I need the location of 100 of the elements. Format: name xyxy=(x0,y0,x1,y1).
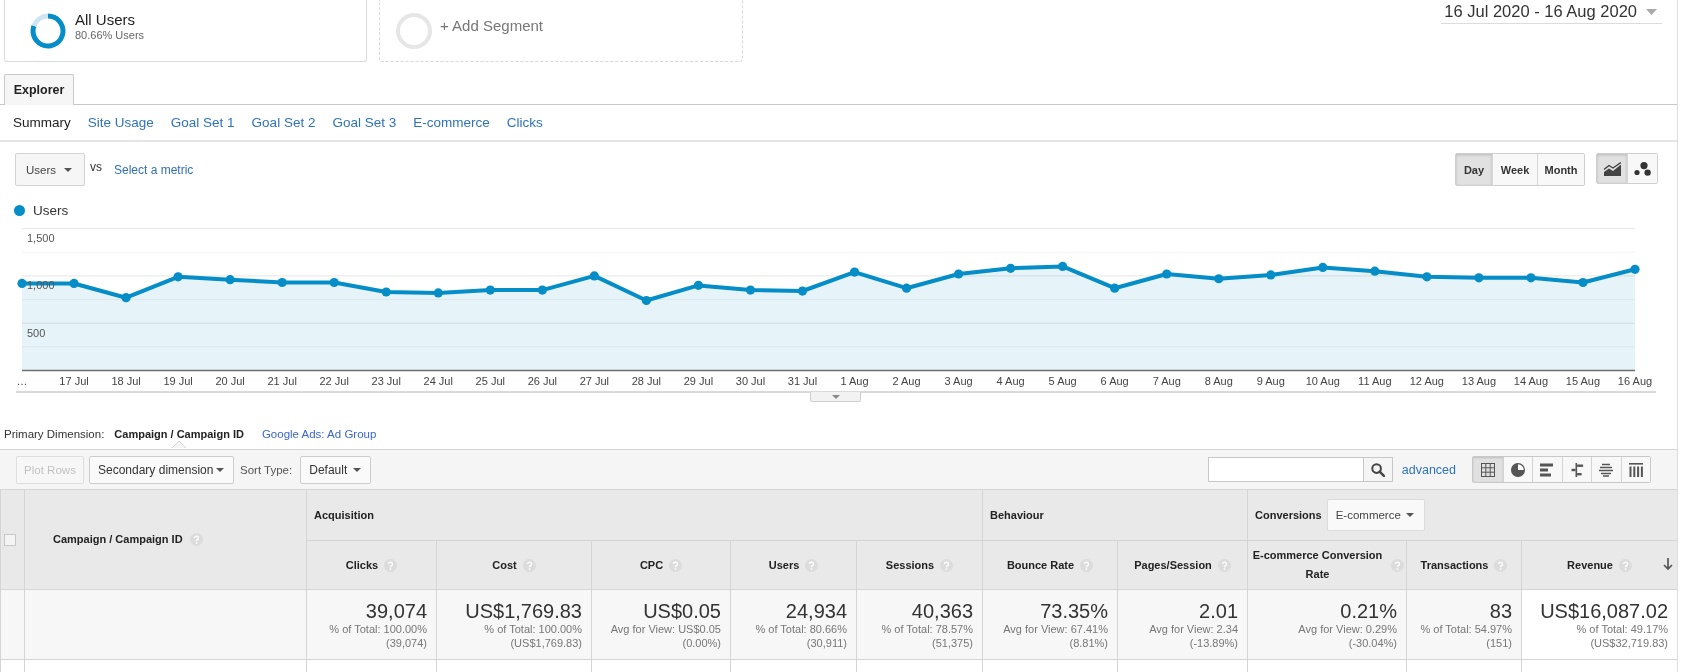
total-value: US$0.05 xyxy=(642,599,721,624)
total-value: 0.21% xyxy=(1339,599,1397,624)
column-header[interactable]: Clicks xyxy=(306,540,437,590)
data-point[interactable] xyxy=(121,293,131,303)
sort-type-dropdown[interactable]: Default xyxy=(300,455,372,484)
x-axis-label: 13 Aug xyxy=(1461,375,1497,387)
data-point[interactable] xyxy=(641,295,651,306)
data-point[interactable] xyxy=(537,285,547,295)
data-point[interactable] xyxy=(1422,272,1432,282)
total-note: (30,911) xyxy=(805,636,847,650)
data-point[interactable] xyxy=(173,272,183,282)
column-header-label[interactable]: Campaign / Campaign ID xyxy=(53,533,183,546)
column-header[interactable]: Sessions xyxy=(856,540,983,590)
data-point[interactable] xyxy=(954,269,964,279)
column-header[interactable]: Bounce Rate xyxy=(982,540,1118,590)
column-header-label: Pages/Session xyxy=(1134,557,1212,573)
segment-card[interactable]: All Users 80.66% Users xyxy=(4,0,367,62)
column-header[interactable]: CPC xyxy=(591,540,731,590)
data-point[interactable] xyxy=(901,283,912,293)
data-point[interactable] xyxy=(17,278,27,289)
data-point[interactable] xyxy=(745,285,756,295)
down-arrow-icon[interactable] xyxy=(1663,558,1674,570)
total-value: 73.35% xyxy=(1039,599,1108,624)
area-chart-icon xyxy=(1603,161,1621,176)
dimension-option[interactable]: Campaign / Campaign ID xyxy=(114,427,244,440)
conversion-type-dropdown[interactable]: E-commerce xyxy=(1326,499,1425,531)
data-point[interactable] xyxy=(1630,264,1640,274)
x-axis-label: 17 Jul xyxy=(59,375,89,387)
search-field[interactable] xyxy=(1207,457,1363,482)
x-axis-label: 23 Jul xyxy=(371,375,401,387)
data-point[interactable] xyxy=(1058,261,1068,272)
column-header[interactable]: Transactions xyxy=(1406,540,1522,590)
table-view-button[interactable] xyxy=(1620,457,1650,482)
data-point[interactable] xyxy=(485,285,495,295)
column-header[interactable]: Users xyxy=(730,540,857,590)
x-axis-label: 1 Aug xyxy=(840,375,869,387)
total-note: % of Total: 100.00% xyxy=(483,623,582,637)
report-subtab[interactable]: Goal Set 1 xyxy=(170,115,235,130)
dimension-option[interactable]: Google Ads: Ad Group xyxy=(261,427,377,440)
report-subtab[interactable]: Clicks xyxy=(506,115,543,130)
data-point[interactable] xyxy=(589,271,599,281)
date-range-picker[interactable]: 16 Jul 2020 - 16 Aug 2020 xyxy=(1441,0,1662,24)
data-point[interactable] xyxy=(277,277,287,288)
segment-subtitle: 80.66% Users xyxy=(75,27,145,43)
select-metric-link[interactable]: Select a metric xyxy=(114,162,194,177)
data-point[interactable] xyxy=(1162,269,1172,279)
column-group-label: Acquisition xyxy=(314,509,374,521)
empty-ring-icon xyxy=(396,12,432,49)
data-point[interactable] xyxy=(1578,277,1588,288)
total-note: (US$32,719.83) xyxy=(1589,636,1669,650)
total-value: 39,074 xyxy=(364,599,427,624)
secondary-dimension-dropdown[interactable]: Secondary dimension xyxy=(89,455,234,484)
report-tab[interactable]: Explorer xyxy=(4,74,74,105)
column-header[interactable]: E-commerce Conversion Rate xyxy=(1247,540,1407,590)
search-button[interactable] xyxy=(1362,457,1393,482)
data-point[interactable] xyxy=(381,287,391,297)
data-point[interactable] xyxy=(1370,266,1380,276)
data-point[interactable] xyxy=(1214,274,1224,284)
total-value: 40,363 xyxy=(910,599,973,624)
report-subtab[interactable]: Site Usage xyxy=(87,115,154,130)
data-point[interactable] xyxy=(433,288,443,298)
data-point[interactable] xyxy=(225,275,235,285)
interval-button[interactable]: Month xyxy=(1537,154,1584,185)
data-point[interactable] xyxy=(329,277,339,288)
data-point[interactable] xyxy=(1110,283,1120,293)
data-point[interactable] xyxy=(797,286,808,296)
column-header-label: Sessions xyxy=(885,557,935,573)
column-header[interactable]: Cost xyxy=(436,540,592,590)
total-note: Avg for View: US$0.05 xyxy=(609,623,721,637)
interval-button[interactable]: Day xyxy=(1456,154,1492,185)
advanced-link[interactable]: advanced xyxy=(1401,462,1456,477)
chart-type-button[interactable] xyxy=(1627,154,1657,183)
column-group-label: Behaviour xyxy=(990,509,1044,521)
data-point[interactable] xyxy=(1318,262,1328,272)
metric-dropdown[interactable]: Users xyxy=(15,153,85,186)
data-point[interactable] xyxy=(1526,273,1536,283)
select-all-checkbox[interactable] xyxy=(4,533,16,546)
report-subtab[interactable]: Goal Set 2 xyxy=(251,115,316,130)
report-subtab[interactable]: Summary xyxy=(13,115,71,130)
chart-type-button[interactable] xyxy=(1597,154,1627,183)
table-view-button[interactable] xyxy=(1473,457,1503,482)
data-point[interactable] xyxy=(849,267,860,277)
total-value: 2.01 xyxy=(1198,599,1238,624)
collapse-chart-handle[interactable] xyxy=(810,392,861,402)
total-note: (39,074) xyxy=(385,636,427,650)
vs-label: vs xyxy=(90,159,102,174)
data-point[interactable] xyxy=(1474,273,1484,283)
data-point[interactable] xyxy=(1266,270,1276,280)
caret-icon xyxy=(64,167,72,172)
x-axis-label: 11 Aug xyxy=(1358,375,1392,387)
data-point[interactable] xyxy=(69,278,79,289)
total-value: 24,934 xyxy=(784,599,847,624)
report-subtab[interactable]: E-commerce xyxy=(413,115,490,130)
column-header[interactable]: Pages/Session xyxy=(1117,540,1248,590)
data-point[interactable] xyxy=(1006,263,1016,273)
data-point[interactable] xyxy=(693,280,703,290)
x-axis-label: 24 Jul xyxy=(423,375,453,387)
interval-button[interactable]: Week xyxy=(1492,154,1537,185)
report-subtab[interactable]: Goal Set 3 xyxy=(332,115,397,130)
add-segment-button[interactable]: + Add Segment xyxy=(379,0,743,62)
